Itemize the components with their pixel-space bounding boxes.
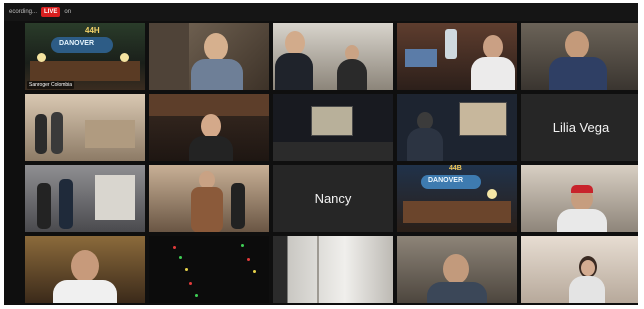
video-feed (149, 165, 269, 232)
video-feed (149, 23, 269, 90)
video-feed (397, 236, 517, 303)
video-feed (273, 236, 393, 303)
video-feed: DANOVER 44H (25, 23, 145, 90)
participant-name-label: Lilia Vega (552, 120, 610, 135)
video-tile-participant-3[interactable] (273, 23, 393, 90)
video-tile-participant-18[interactable] (273, 236, 393, 303)
video-tile-participant-17[interactable] (149, 236, 269, 303)
bar-sign: DANOVER (428, 177, 464, 184)
live-badge[interactable]: LIVE (41, 7, 61, 17)
video-feed (273, 94, 393, 161)
video-tile-participant-8[interactable] (273, 94, 393, 161)
video-feed (397, 94, 517, 161)
video-feed (521, 23, 638, 90)
video-feed (25, 94, 145, 161)
video-feed (273, 23, 393, 90)
video-feed (521, 236, 638, 303)
video-feed (149, 94, 269, 161)
video-feed (149, 236, 269, 303)
video-call-window: ecording... LIVE on DANOVER 44H Sanroger… (4, 3, 638, 305)
video-tile-sanroger-colombia[interactable]: DANOVER 44H Sanroger Colombia (25, 23, 145, 90)
video-tile-nancy[interactable]: Nancy (273, 165, 393, 232)
video-tile-participant-5[interactable] (521, 23, 638, 90)
bar-sign: DANOVER (59, 40, 95, 47)
video-tile-participant-19[interactable] (397, 236, 517, 303)
video-feed (25, 165, 145, 232)
video-tile-participant-14[interactable]: DANOVER 44B (397, 165, 517, 232)
video-tile-participant-4[interactable] (397, 23, 517, 90)
video-tile-participant-9[interactable] (397, 94, 517, 161)
video-tile-participant-16[interactable] (25, 236, 145, 303)
video-feed (521, 165, 638, 232)
video-feed: DANOVER 44B (397, 165, 517, 232)
video-tile-participant-15[interactable] (521, 165, 638, 232)
video-tile-participant-2[interactable] (149, 23, 269, 90)
video-tile-participant-20[interactable] (521, 236, 638, 303)
video-tile-lilia-vega[interactable]: Lilia Vega (521, 94, 638, 161)
recording-status: ecording... (9, 9, 38, 15)
video-tile-participant-6[interactable] (25, 94, 145, 161)
recording-bar: ecording... LIVE on (4, 3, 638, 21)
live-extra-text: on (64, 9, 72, 15)
video-feed (25, 236, 145, 303)
participant-name-label: Sanroger Colombia (27, 81, 75, 89)
video-tile-participant-11[interactable] (25, 165, 145, 232)
gallery-grid: DANOVER 44H Sanroger Colombia Lilia Vega… (25, 23, 638, 305)
participant-name-label: Nancy (314, 191, 352, 206)
video-feed (397, 23, 517, 90)
video-tile-participant-12[interactable] (149, 165, 269, 232)
video-tile-participant-7[interactable] (149, 94, 269, 161)
